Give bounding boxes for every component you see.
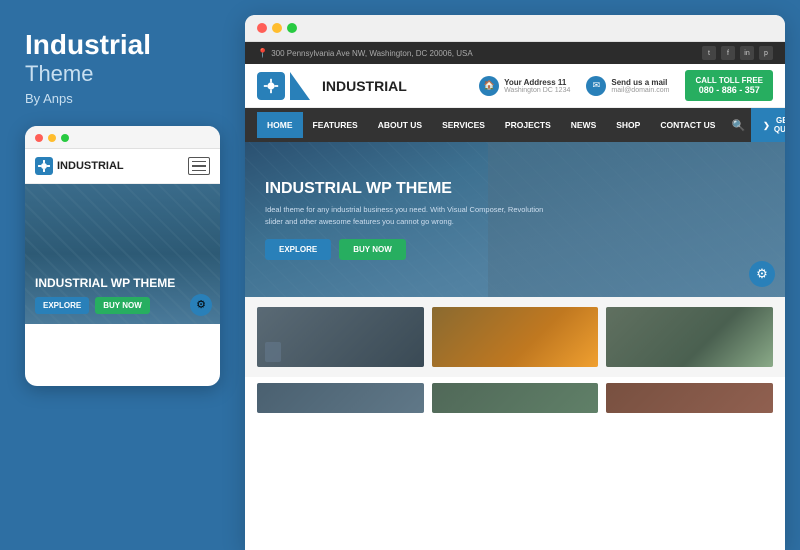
quote-arrow-icon: ❯ bbox=[763, 121, 770, 130]
site-navigation: HOME FEATURES ABOUT US SERVICES PROJECTS… bbox=[245, 108, 785, 142]
hamburger-line bbox=[192, 161, 206, 163]
facebook-icon[interactable]: f bbox=[721, 46, 735, 60]
mobile-hero-buttons: EXPLORE BUY NOW bbox=[35, 297, 210, 314]
mobile-preview: INDUSTRIAL INDUSTRIAL WP THEME EXPLORE B… bbox=[25, 126, 220, 386]
site-header-contact: 🏠 Your Address 11 Washington DC 1234 ✉ S… bbox=[479, 70, 773, 101]
hero-title: INDUSTRIAL WP THEME bbox=[265, 179, 545, 198]
pinterest-icon[interactable]: p bbox=[759, 46, 773, 60]
mobile-explore-button[interactable]: EXPLORE bbox=[35, 297, 89, 314]
hamburger-line bbox=[192, 165, 206, 167]
twitter-icon[interactable]: t bbox=[702, 46, 716, 60]
industrial-gear-icon bbox=[37, 159, 51, 173]
mobile-window-controls bbox=[25, 126, 220, 149]
hero-buynow-button[interactable]: BUY NOW bbox=[339, 239, 406, 260]
linkedin-icon[interactable]: in bbox=[740, 46, 754, 60]
mobile-header: INDUSTRIAL bbox=[25, 149, 220, 184]
contact-mail-item: ✉ Send us a mail mail@domain.com bbox=[586, 76, 669, 96]
nav-item-services[interactable]: SERVICES bbox=[432, 112, 495, 138]
bottom-item-3[interactable] bbox=[606, 383, 773, 413]
hero-explore-button[interactable]: EXPLORE bbox=[265, 239, 331, 260]
browser-close-dot[interactable] bbox=[257, 23, 267, 33]
map-pin-icon: 📍 bbox=[257, 48, 268, 59]
hero-content: INDUSTRIAL WP THEME Ideal theme for any … bbox=[265, 179, 545, 260]
hamburger-line bbox=[192, 170, 206, 172]
nav-item-features[interactable]: FEATURES bbox=[303, 112, 368, 138]
home-icon: 🏠 bbox=[479, 76, 499, 96]
mobile-logo: INDUSTRIAL bbox=[35, 157, 124, 175]
industrial-logo-gear bbox=[262, 77, 280, 95]
mobile-dot-yellow bbox=[48, 134, 56, 142]
mobile-logo-text: INDUSTRIAL bbox=[57, 160, 124, 172]
site-hero: INDUSTRIAL WP THEME Ideal theme for any … bbox=[245, 142, 785, 297]
browser-chrome bbox=[245, 15, 785, 42]
theme-subtitle: Theme bbox=[25, 61, 225, 87]
browser-maximize-dot[interactable] bbox=[287, 23, 297, 33]
site-logo-icon bbox=[257, 72, 285, 100]
portfolio-item-1[interactable] bbox=[257, 307, 424, 367]
mail-icon: ✉ bbox=[586, 76, 606, 96]
nav-items: HOME FEATURES ABOUT US SERVICES PROJECTS… bbox=[257, 112, 751, 138]
site-logo: INDUSTRIAL bbox=[257, 72, 407, 100]
mobile-settings-button[interactable]: ⚙ bbox=[190, 294, 212, 316]
call-tollfree-button[interactable]: CALL TOLL FREE 080 - 886 - 357 bbox=[685, 70, 773, 101]
portfolio-grid bbox=[245, 297, 785, 377]
mobile-menu-button[interactable] bbox=[188, 157, 210, 175]
bottom-row bbox=[245, 377, 785, 550]
nav-search-icon[interactable]: 🔍 bbox=[725, 113, 751, 138]
browser-content: 📍 300 Pennsylvania Ave NW, Washington, D… bbox=[245, 42, 785, 550]
contact-mail-text: Send us a mail mail@domain.com bbox=[611, 78, 669, 94]
contact-address-item: 🏠 Your Address 11 Washington DC 1234 bbox=[479, 76, 570, 96]
logo-triangle bbox=[290, 72, 310, 100]
nav-item-projects[interactable]: PROJECTS bbox=[495, 112, 561, 138]
portfolio-item-3[interactable] bbox=[606, 307, 773, 367]
gear-icon: ⚙ bbox=[196, 298, 206, 311]
mobile-hero-title: INDUSTRIAL WP THEME bbox=[35, 276, 210, 290]
mobile-hero: INDUSTRIAL WP THEME EXPLORE BUY NOW ⚙ bbox=[25, 184, 220, 324]
nav-item-home[interactable]: HOME bbox=[257, 112, 303, 138]
bottom-item-2[interactable] bbox=[432, 383, 599, 413]
bottom-item-1[interactable] bbox=[257, 383, 424, 413]
topbar-address-text: 300 Pennsylvania Ave NW, Washington, DC … bbox=[271, 49, 472, 58]
browser-minimize-dot[interactable] bbox=[272, 23, 282, 33]
portfolio-item-2[interactable] bbox=[432, 307, 599, 367]
site-topbar: 📍 300 Pennsylvania Ave NW, Washington, D… bbox=[245, 42, 785, 64]
desktop-browser: 📍 300 Pennsylvania Ave NW, Washington, D… bbox=[245, 15, 785, 550]
nav-item-contactus[interactable]: CONTACT US bbox=[650, 112, 725, 138]
hero-buttons: EXPLORE BUY NOW bbox=[265, 239, 545, 260]
left-panel: Industrial Theme By Anps INDUSTRIAL bbox=[0, 0, 245, 550]
mobile-logo-icon bbox=[35, 157, 53, 175]
topbar-address: 📍 300 Pennsylvania Ave NW, Washington, D… bbox=[257, 48, 473, 59]
site-header: INDUSTRIAL 🏠 Your Address 11 Washington … bbox=[245, 64, 785, 108]
hero-settings-button[interactable]: ⚙ bbox=[749, 261, 775, 287]
gear-icon: ⚙ bbox=[756, 266, 768, 282]
mobile-buynow-button[interactable]: BUY NOW bbox=[95, 297, 150, 314]
mobile-dot-green bbox=[61, 134, 69, 142]
nav-item-aboutus[interactable]: ABOUT US bbox=[368, 112, 432, 138]
cta-wrap: CALL TOLL FREE 080 - 886 - 357 bbox=[685, 70, 773, 101]
theme-name: Industrial bbox=[25, 30, 225, 61]
contact-address-text: Your Address 11 Washington DC 1234 bbox=[504, 78, 570, 94]
hero-description: Ideal theme for any industrial business … bbox=[265, 204, 545, 227]
browser-window-controls bbox=[257, 23, 297, 33]
topbar-socials: t f in p bbox=[702, 46, 773, 60]
site-logo-wrap: INDUSTRIAL bbox=[257, 72, 407, 100]
nav-item-shop[interactable]: SHOP bbox=[606, 112, 650, 138]
nav-item-news[interactable]: NEWS bbox=[561, 112, 607, 138]
theme-author: By Anps bbox=[25, 91, 225, 106]
portfolio-person-silhouette bbox=[265, 342, 281, 362]
site-logo-text: INDUSTRIAL bbox=[322, 78, 407, 94]
get-quote-button[interactable]: ❯ GET A QUOTE bbox=[751, 108, 785, 142]
mobile-dot-red bbox=[35, 134, 43, 142]
